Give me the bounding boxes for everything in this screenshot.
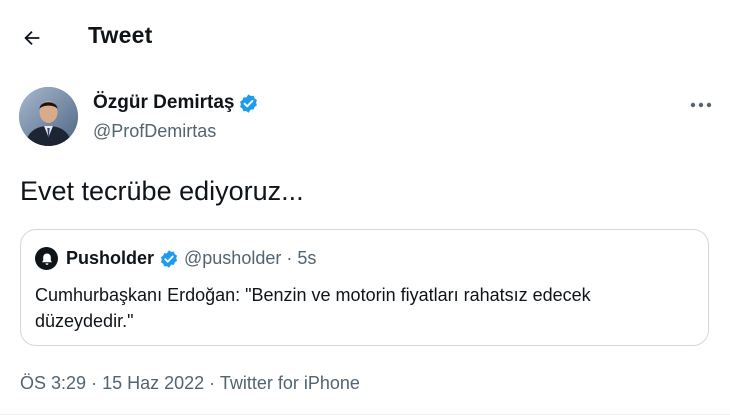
quoted-author-name: Pusholder (66, 248, 155, 268)
quoted-tweet-header: Pusholder @pusholder · 5s (35, 247, 316, 270)
tweet-date[interactable]: 15 Haz 2022 (102, 373, 204, 393)
back-arrow-icon (24, 30, 40, 46)
tweet-time[interactable]: ÖS 3:29 (20, 373, 86, 393)
quoted-author-handle: @pusholder (184, 248, 282, 268)
author-name-row[interactable]: Özgür Demirtaş (93, 92, 259, 114)
page-title: Tweet (88, 22, 153, 48)
verified-badge-icon (240, 93, 258, 113)
tweet-text: Evet tecrübe ediyoruz... (20, 176, 304, 206)
bell-icon (41, 252, 52, 265)
author-avatar[interactable] (19, 87, 78, 146)
separator-dot: · (286, 248, 293, 268)
tweet-metadata: ÖS 3:29 · 15 Haz 2022 · Twitter for iPho… (20, 373, 360, 394)
verified-badge-icon (161, 249, 178, 268)
separator-dot: · (209, 373, 216, 393)
separator-dot: · (91, 373, 98, 393)
more-options-button[interactable] (683, 90, 719, 120)
tweet-source-link[interactable]: Twitter for iPhone (220, 373, 360, 393)
quoted-author-avatar (35, 247, 58, 270)
author-handle[interactable]: @ProfDemirtas (93, 121, 216, 142)
more-dots-icon (690, 102, 712, 108)
divider (0, 414, 730, 415)
quoted-tweet-card[interactable]: Pusholder @pusholder · 5s Cumhurbaşkanı … (20, 229, 709, 346)
author-name[interactable]: Özgür Demirtaş (93, 92, 234, 114)
tweet-header: Tweet (0, 0, 730, 74)
quoted-tweet-text: Cumhurbaşkanı Erdoğan: "Benzin ve motori… (35, 285, 591, 331)
quoted-tweet-time: 5s (297, 248, 317, 268)
author-avatar-image (19, 87, 78, 146)
back-button[interactable] (14, 20, 50, 56)
